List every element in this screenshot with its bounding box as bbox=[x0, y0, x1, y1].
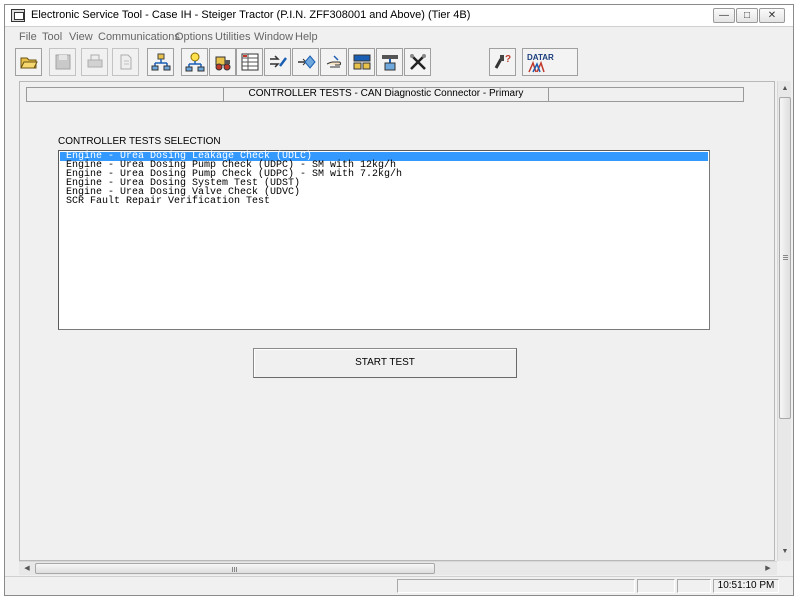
page-title: CONTROLLER TESTS - CAN Diagnostic Connec… bbox=[223, 87, 549, 102]
grip-line bbox=[783, 259, 788, 260]
list-item[interactable]: SCR Fault Repair Verification Test bbox=[60, 197, 708, 207]
print-icon bbox=[87, 54, 103, 68]
hand-button[interactable] bbox=[320, 48, 347, 76]
vertical-scrollbar[interactable]: ▲ ▼ bbox=[777, 81, 791, 561]
grip-line bbox=[236, 567, 237, 572]
grip-line bbox=[783, 257, 788, 258]
scroll-up-icon[interactable]: ▲ bbox=[779, 82, 791, 96]
close-button[interactable]: ✕ bbox=[759, 8, 785, 23]
menu-window[interactable]: Window bbox=[254, 31, 293, 43]
hand-icon bbox=[326, 55, 341, 68]
grip-line bbox=[232, 567, 233, 572]
status-panel bbox=[397, 579, 635, 593]
page-button[interactable] bbox=[112, 48, 139, 76]
vertical-scroll-thumb[interactable] bbox=[779, 97, 791, 419]
save-button[interactable] bbox=[49, 48, 76, 76]
scroll-down-icon[interactable]: ▼ bbox=[779, 545, 791, 559]
menu-view[interactable]: View bbox=[69, 31, 93, 43]
ecu-table-icon bbox=[241, 53, 259, 71]
title-bar[interactable]: Electronic Service Tool - Case IH - Stei… bbox=[5, 5, 793, 27]
scroll-left-icon[interactable]: ◀ bbox=[20, 562, 34, 575]
flash-program-icon bbox=[382, 55, 398, 71]
minimize-button[interactable]: — bbox=[713, 8, 735, 23]
datar-label: DATAR bbox=[527, 53, 554, 62]
open-button[interactable] bbox=[15, 48, 42, 76]
tools-button[interactable] bbox=[404, 48, 431, 76]
menu-help[interactable]: Help bbox=[295, 31, 318, 43]
network-icon bbox=[151, 53, 171, 71]
ecu-table-button[interactable] bbox=[236, 48, 263, 76]
tractor-tool-icon bbox=[215, 56, 231, 71]
connector-help-button[interactable]: ? bbox=[489, 48, 516, 76]
menu-tool[interactable]: Tool bbox=[42, 31, 62, 43]
data-grid-button[interactable] bbox=[348, 48, 375, 76]
status-panel bbox=[637, 579, 675, 593]
menu-communications[interactable]: Communications bbox=[98, 31, 180, 43]
print-button[interactable] bbox=[81, 48, 108, 76]
page-icon bbox=[120, 54, 132, 70]
menu-file[interactable]: File bbox=[19, 31, 37, 43]
grip-line bbox=[234, 567, 235, 572]
scroll-right-icon[interactable]: ▶ bbox=[761, 562, 775, 575]
svg-text:?: ? bbox=[505, 54, 511, 65]
status-panel bbox=[677, 579, 711, 593]
arrow-wrench-button[interactable] bbox=[264, 48, 291, 76]
data-grid-icon bbox=[353, 54, 371, 70]
horizontal-scrollbar[interactable]: ◀ ▶ bbox=[19, 561, 777, 575]
app-window: Electronic Service Tool - Case IH - Stei… bbox=[4, 4, 794, 596]
tractor-tool-button[interactable] bbox=[209, 48, 236, 76]
save-disk-icon bbox=[55, 54, 71, 70]
selection-label: CONTROLLER TESTS SELECTION bbox=[58, 136, 221, 147]
tests-listbox[interactable]: Engine - Urea Dosing Leakage Check (UDLC… bbox=[58, 150, 710, 330]
arrow-diamond-icon bbox=[298, 55, 316, 69]
menu-bar: File Tool View Communications Options Ut… bbox=[5, 28, 793, 46]
datar-button[interactable]: DATAR bbox=[522, 48, 578, 76]
status-clock: 10:51:10 PM bbox=[713, 579, 779, 593]
window-title: Electronic Service Tool - Case IH - Stei… bbox=[31, 9, 471, 21]
horizontal-scroll-thumb[interactable] bbox=[35, 563, 435, 574]
status-bar: 10:51:10 PM bbox=[5, 576, 793, 595]
menu-utilities[interactable]: Utilities bbox=[215, 31, 250, 43]
flash-program-button[interactable] bbox=[376, 48, 403, 76]
start-test-button[interactable]: START TEST bbox=[253, 348, 517, 378]
network-lightbulb-icon bbox=[185, 52, 205, 72]
network-search-button[interactable] bbox=[181, 48, 208, 76]
open-folder-icon bbox=[20, 57, 38, 69]
network-button[interactable] bbox=[147, 48, 174, 76]
application-icon[interactable] bbox=[11, 9, 25, 22]
header-bar: CONTROLLER TESTS - CAN Diagnostic Connec… bbox=[26, 87, 744, 102]
datar-icon: DATAR bbox=[527, 53, 554, 73]
menu-options[interactable]: Options bbox=[175, 31, 213, 43]
main-panel: CONTROLLER TESTS - CAN Diagnostic Connec… bbox=[19, 81, 775, 561]
connector-help-icon: ? bbox=[494, 54, 511, 69]
restore-button[interactable]: □ bbox=[736, 8, 758, 23]
arrow-wrench-icon bbox=[270, 55, 287, 68]
grip-line bbox=[783, 255, 788, 256]
arrow-diamond-button[interactable] bbox=[292, 48, 319, 76]
tools-cross-icon bbox=[410, 54, 426, 70]
